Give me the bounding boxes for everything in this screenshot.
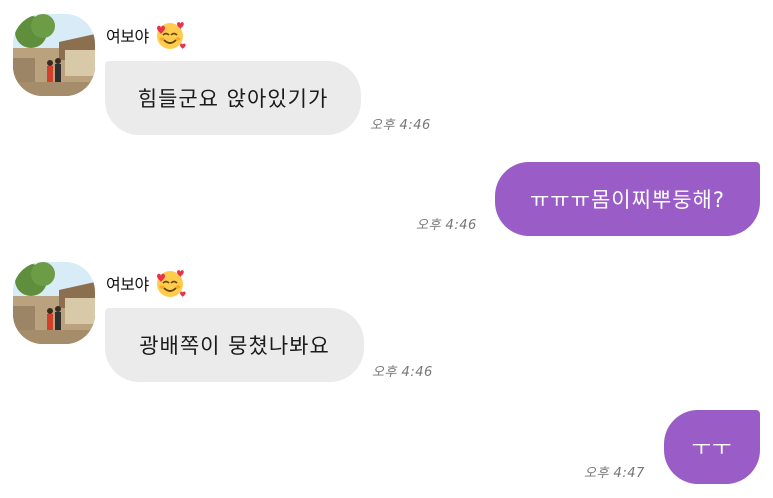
sender-row: 여보야 [106,18,187,52]
message-timestamp: 오후 4:46 [372,365,433,380]
message-text: ㅜㅜ [691,436,733,460]
avatar[interactable] [13,262,95,344]
chat-view: 여보야 힘들군요 앉아있기가 오후 4:46 오후 4:46 ㅠㅠㅠ몸이찌뿌둥해… [0,0,773,498]
sender-row: 여보야 [106,266,187,300]
message-timestamp: 오후 4:46 [370,118,431,133]
message-timestamp: 오후 4:47 [584,466,645,481]
message-timestamp: 오후 4:46 [416,218,477,233]
avatar[interactable] [13,14,95,96]
message-bubble-outgoing[interactable]: ㅜㅜ [664,410,760,484]
message-text: 광배쪽이 뭉쳤나봐요 [139,334,330,358]
message-bubble-outgoing[interactable]: ㅠㅠㅠ몸이찌뿌둥해? [495,162,760,236]
sender-name: 여보야 [106,275,149,294]
message-text: ㅠㅠㅠ몸이찌뿌둥해? [529,188,726,212]
message-text: 힘들군요 앉아있기가 [137,87,329,111]
message-bubble-incoming[interactable]: 광배쪽이 뭉쳤나봐요 [105,308,364,382]
smiling-face-with-hearts-icon [156,22,186,49]
smiling-face-with-hearts-icon [156,270,186,297]
message-bubble-incoming[interactable]: 힘들군요 앉아있기가 [105,61,361,135]
sender-name: 여보야 [106,27,149,46]
